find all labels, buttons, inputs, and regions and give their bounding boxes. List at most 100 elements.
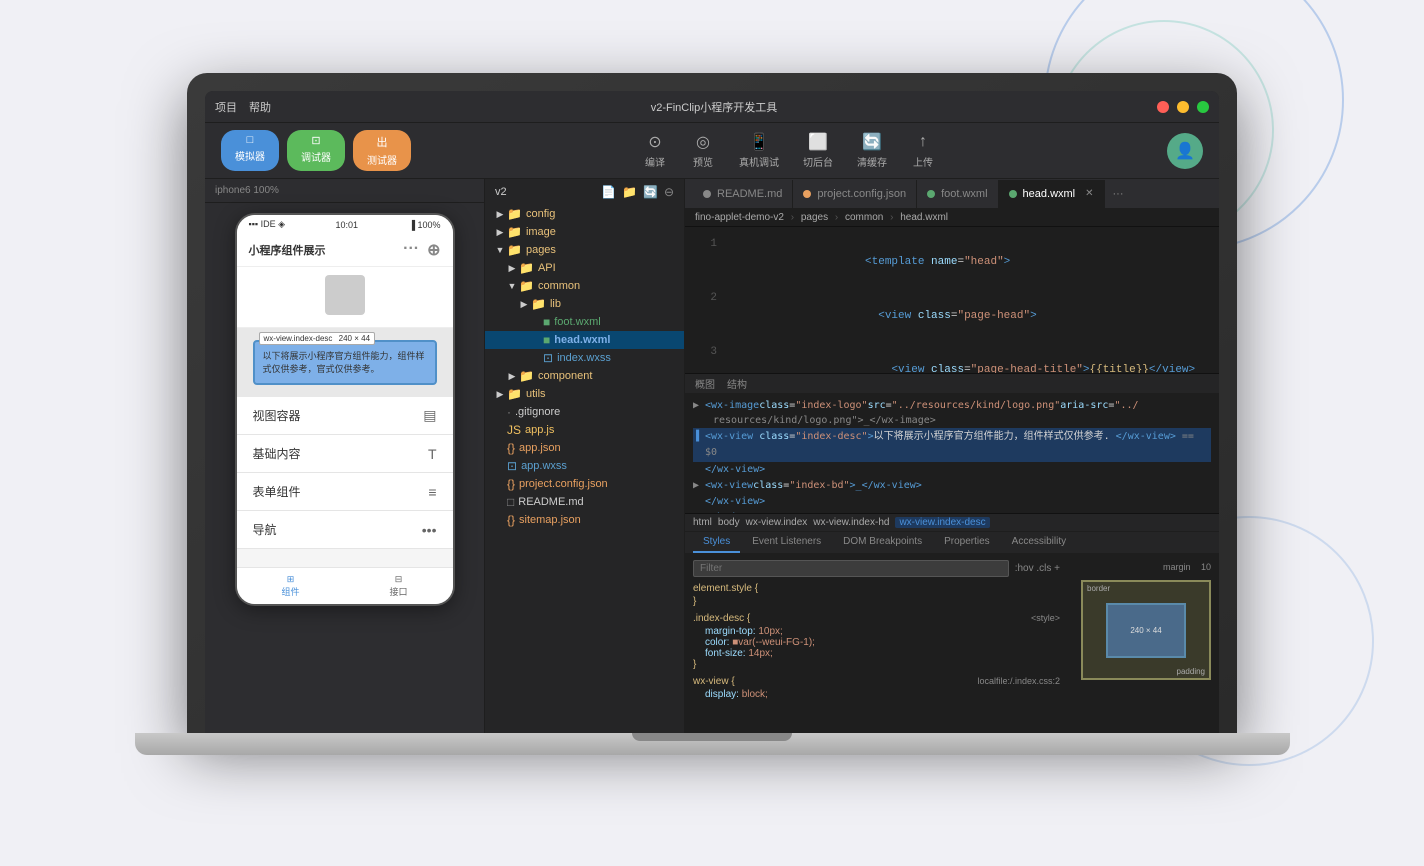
breadcrumb-tag-html[interactable]: html — [693, 517, 712, 528]
user-avatar[interactable]: 👤 — [1167, 133, 1203, 169]
html-arrow-3: ▶ — [693, 478, 705, 494]
upload-action[interactable]: ↑ 上传 — [911, 132, 935, 169]
close-button[interactable] — [1157, 101, 1169, 113]
tree-label-app-wxss: app.wxss — [521, 460, 567, 472]
window-title: v2-FinClip小程序开发工具 — [651, 99, 778, 115]
refresh-icon[interactable]: 🔄 — [643, 185, 658, 199]
tab-project-config[interactable]: project.config.json — [793, 180, 917, 208]
more-tabs-icon[interactable]: ··· — [1105, 188, 1132, 200]
tree-item-config[interactable]: ▶ 📁 config — [485, 205, 684, 223]
tree-label-api: API — [538, 262, 556, 274]
list-item-0[interactable]: 视图容器 ▤ — [237, 397, 453, 435]
tab-close-icon[interactable]: ✕ — [1085, 188, 1093, 199]
phone-app-titlebar: 小程序组件展示 ··· ⊕ — [237, 234, 453, 267]
list-item-3[interactable]: 导航 ••• — [237, 511, 453, 549]
margin-label: margin — [1163, 562, 1191, 572]
tree-item-readme[interactable]: ▶ □ README.md — [485, 493, 684, 511]
device-debug-action[interactable]: 📱 真机调试 — [739, 132, 779, 169]
list-item-label-2: 表单组件 — [253, 483, 301, 500]
box-model-label: margin 10 — [1163, 562, 1211, 572]
tree-label-component: component — [538, 370, 592, 382]
tree-item-api[interactable]: ▶ 📁 API — [485, 259, 684, 277]
html-tab-overview-label[interactable]: 概图 — [695, 376, 715, 391]
tree-item-app-js[interactable]: ▶ JS app.js — [485, 421, 684, 439]
code-editor[interactable]: 1 <template name="head"> 2 <view class="… — [685, 227, 1219, 373]
filter-input[interactable] — [693, 560, 1009, 577]
tree-item-lib[interactable]: ▶ 📁 lib — [485, 295, 684, 313]
devtools-tab-dom[interactable]: DOM Breakpoints — [833, 532, 932, 553]
debugger-button[interactable]: ⊡ 调试器 — [287, 130, 345, 171]
list-item-2[interactable]: 表单组件 ≡ — [237, 473, 453, 511]
tab-head-wxml[interactable]: head.wxml ✕ — [999, 180, 1105, 208]
devtools-tab-styles[interactable]: Styles — [693, 532, 740, 553]
tree-item-gitignore[interactable]: ▶ · .gitignore — [485, 403, 684, 421]
breadcrumb-part-0: fino-applet-demo-v2 — [695, 212, 784, 223]
background-action[interactable]: ⬜ 切后台 — [803, 132, 833, 169]
compile-action[interactable]: ⊙ 编译 — [643, 132, 667, 169]
tree-item-project-config[interactable]: ▶ {} project.config.json — [485, 475, 684, 493]
tree-item-head-wxml[interactable]: ▶ ■ head.wxml — [485, 331, 684, 349]
phone-menu-icon[interactable]: ··· — [403, 240, 419, 260]
html-tab-structure[interactable]: 结构 — [727, 376, 747, 391]
clear-cache-action[interactable]: 🔄 清缓存 — [857, 132, 887, 169]
simulator-button[interactable]: □ 模拟器 — [221, 130, 279, 171]
selector-text-wx: wx-view { — [693, 676, 735, 687]
tree-label-index-wxss: index.wxss — [557, 352, 611, 364]
phone-simulator: ▪▪▪ IDE ◈ 10:01 ▐ 100% 小程序组件展示 ··· ⊕ — [235, 213, 455, 606]
menu-item-project[interactable]: 项目 — [215, 99, 237, 115]
html-line-2: </wx-view> — [693, 462, 1211, 478]
breadcrumb-sep-0: › — [791, 212, 797, 223]
compile-label: 编译 — [645, 154, 665, 169]
breadcrumb-tag-wx-index-desc[interactable]: wx-view.index-desc — [895, 517, 989, 528]
tree-item-index-wxss[interactable]: ▶ ⊡ index.wxss — [485, 349, 684, 367]
tester-button[interactable]: 出 测试器 — [353, 130, 411, 171]
phone-app-title: 小程序组件展示 — [249, 242, 326, 258]
nav-label-0: 组件 — [281, 585, 299, 598]
devtools-tab-accessibility[interactable]: Accessibility — [1002, 532, 1076, 553]
code-close: > — [1004, 256, 1011, 268]
phone-add-icon[interactable]: ⊕ — [427, 240, 440, 260]
folder-icon-pages: 📁 — [507, 243, 522, 257]
breadcrumb-tag-wx-index[interactable]: wx-view.index — [746, 517, 808, 528]
new-folder-icon[interactable]: 📁 — [622, 185, 637, 199]
tree-item-image[interactable]: ▶ 📁 image — [485, 223, 684, 241]
nav-item-1[interactable]: ⊟ 接口 — [345, 568, 453, 604]
tree-item-app-json[interactable]: ▶ {} app.json — [485, 439, 684, 457]
breadcrumb: fino-applet-demo-v2 › pages › common › h… — [685, 209, 1219, 227]
new-file-icon[interactable]: 📄 — [601, 185, 616, 199]
list-item-icon-3: ••• — [422, 522, 437, 538]
tree-arrow-api: ▶ — [505, 263, 519, 274]
devtools-tab-properties[interactable]: Properties — [934, 532, 1000, 553]
tree-item-common[interactable]: ▼ 📁 common — [485, 277, 684, 295]
tree-item-pages[interactable]: ▼ 📁 pages — [485, 241, 684, 259]
prop-name-color: color: — [705, 637, 729, 648]
box-border-label: border — [1087, 584, 1110, 593]
maximize-button[interactable] — [1197, 101, 1209, 113]
tree-item-utils[interactable]: ▶ 📁 utils — [485, 385, 684, 403]
tree-item-sitemap[interactable]: ▶ {} sitemap.json — [485, 511, 684, 529]
menu-item-help[interactable]: 帮助 — [249, 99, 271, 115]
devtools-tab-events[interactable]: Event Listeners — [742, 532, 831, 553]
preview-action[interactable]: ◎ 预览 — [691, 132, 715, 169]
breadcrumb-tag-body[interactable]: body — [718, 517, 740, 528]
tree-arrow-pages: ▼ — [493, 245, 507, 255]
js-icon: JS — [507, 423, 521, 437]
list-item-1[interactable]: 基础内容 T — [237, 435, 453, 473]
highlight-label: wx-view.index-desc 240 × 44 — [259, 332, 376, 345]
line-content-1: <template name="head"> — [733, 235, 1211, 289]
tree-item-component[interactable]: ▶ 📁 component — [485, 367, 684, 385]
html-line-1[interactable]: ▐ <wx-view class="index-desc">以下将展示小程序官方… — [693, 428, 1211, 462]
line-number-1: 1 — [693, 235, 717, 253]
collapse-icon[interactable]: ⊖ — [664, 185, 674, 199]
breadcrumb-part-2: common — [845, 212, 883, 223]
minimize-button[interactable] — [1177, 101, 1189, 113]
html-continuation-0: resources/kind/logo.png">_</wx-image> — [693, 414, 1211, 428]
tab-foot-wxml[interactable]: foot.wxml — [917, 180, 998, 208]
nav-item-0[interactable]: ⊞ 组件 — [237, 568, 345, 604]
folder-icon-image: 📁 — [507, 225, 522, 239]
tab-readme[interactable]: README.md — [693, 180, 793, 208]
breadcrumb-tag-wx-index-hd[interactable]: wx-view.index-hd — [813, 517, 889, 528]
tree-item-app-wxss[interactable]: ▶ ⊡ app.wxss — [485, 457, 684, 475]
preview-icon: ◎ — [691, 132, 715, 152]
tree-item-foot-wxml[interactable]: ▶ ■ foot.wxml — [485, 313, 684, 331]
